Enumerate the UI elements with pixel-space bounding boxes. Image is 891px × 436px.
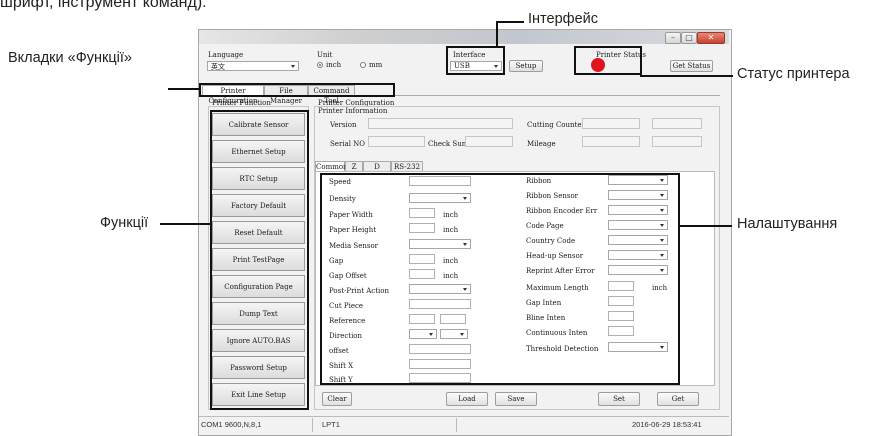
- language-label: Language: [208, 51, 244, 59]
- statusbar-sep: [456, 418, 457, 432]
- mileage-extra: [652, 136, 702, 147]
- functions-annotation: Функції: [100, 215, 149, 231]
- statusbar-lpt: LPT1: [322, 420, 340, 429]
- serial-field: [368, 136, 425, 147]
- version-label: Version: [330, 121, 357, 129]
- language-select[interactable]: 英文: [207, 61, 299, 71]
- unit-mm-label: mm: [369, 61, 383, 69]
- close-icon[interactable]: ✕: [697, 32, 725, 44]
- get-button[interactable]: Get: [657, 392, 699, 406]
- setup-button[interactable]: Setup: [509, 60, 543, 72]
- tabs-leader: [168, 88, 200, 90]
- unit-inch-radio[interactable]: [317, 62, 323, 68]
- info-title: Printer Information: [318, 107, 388, 115]
- functions-highlight: [210, 110, 309, 410]
- chevron-down-icon: [291, 65, 295, 68]
- set-button[interactable]: Set: [598, 392, 640, 406]
- mileage-field: [582, 136, 640, 147]
- settings-annotation: Налаштування: [737, 216, 838, 232]
- statusbar-sep: [312, 418, 313, 432]
- statusbar-datetime: 2016-06-29 18:53:41: [632, 420, 702, 429]
- status-annotation: Статус принтера: [737, 66, 850, 82]
- serial-label: Serial NO: [330, 140, 366, 148]
- interface-annotation: Інтерфейс: [528, 11, 598, 27]
- load-button[interactable]: Load: [446, 392, 488, 406]
- save-button[interactable]: Save: [495, 392, 537, 406]
- interface-leader: [496, 21, 498, 47]
- cutting-counter-extra: [652, 118, 702, 129]
- title-bar: – □ ✕: [199, 30, 729, 44]
- caption-fragment: шрифт, інструмент команд).: [0, 0, 207, 11]
- unit-inch-label: inch: [326, 61, 342, 69]
- statusbar-com: COM1 9600,N,8,1: [201, 420, 262, 429]
- statusbar-divider: [199, 416, 729, 417]
- unit-label: Unit: [317, 51, 333, 59]
- language-value: 英文: [211, 63, 225, 71]
- unit-mm-radio[interactable]: [360, 62, 366, 68]
- interface-highlight: [446, 46, 505, 75]
- checksum-field: [465, 136, 513, 147]
- tabs-highlight: [199, 83, 395, 97]
- settings-leader: [680, 225, 732, 227]
- get-status-button[interactable]: Get Status: [670, 60, 713, 72]
- status-leader: [640, 75, 733, 77]
- functions-leader: [160, 223, 210, 225]
- checksum-label: Check Sum: [428, 140, 469, 148]
- cutting-counter-field: [582, 118, 640, 129]
- clear-button[interactable]: Clear: [322, 392, 352, 406]
- version-field: [368, 118, 513, 129]
- tabs-annotation: Вкладки «Функції»: [8, 50, 132, 66]
- maximize-icon[interactable]: □: [681, 32, 697, 44]
- minimize-icon[interactable]: –: [665, 32, 681, 44]
- mileage-label: Mileage: [527, 140, 556, 148]
- interface-leader: [496, 21, 524, 23]
- status-highlight: [574, 46, 642, 75]
- cutting-counter-label: Cutting Counter: [527, 121, 585, 129]
- settings-highlight: [320, 173, 680, 385]
